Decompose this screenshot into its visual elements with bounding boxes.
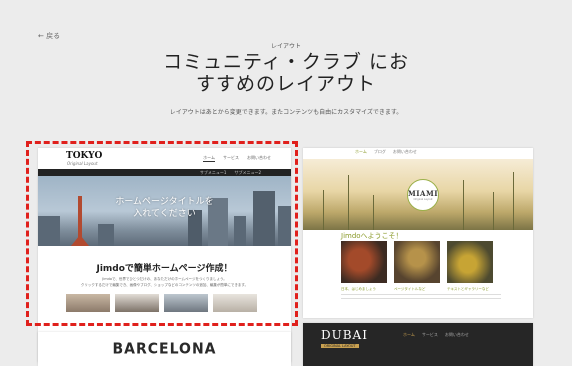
layout-card-dubai[interactable]: DUBAI ORIGINAL LAYOUT ホーム サービス お問い合わせ xyxy=(303,323,533,366)
tokyo-thumbnail xyxy=(213,294,257,312)
miami-photo xyxy=(341,241,387,283)
tokyo-subnav: サブメニュー1 サブメニュー2 xyxy=(38,169,291,176)
tokyo-nav-item: ホーム xyxy=(203,155,215,162)
miami-nav-item: ブログ xyxy=(373,149,386,154)
miami-text-lines xyxy=(341,294,501,302)
tokyo-hero-title-line1: ホームページタイトルを xyxy=(115,197,214,207)
tokyo-logo: TOKYO xyxy=(66,151,103,161)
page-subtitle: レイアウトはあとから変更できます。またコンテンツも自由にカスタマイズできます。 xyxy=(169,109,403,116)
tokyo-headline: Jimdoで簡単ホームページ作成！ xyxy=(96,264,233,274)
back-link[interactable]: ← 戻る xyxy=(38,31,60,41)
layout-card-miami[interactable]: ホーム ブログ お問い合わせ MIAMI Original Layout Jim… xyxy=(303,148,533,318)
tokyo-hero-title-line2: 入れてください xyxy=(133,209,196,219)
tokyo-thumbnail xyxy=(164,294,208,312)
miami-logo-sub: Original Layout xyxy=(413,198,433,201)
tokyo-header: TOKYO Original Layout ホーム サービス お問い合わせ xyxy=(38,148,291,169)
dubai-logo: DUBAI xyxy=(321,328,368,342)
layout-card-barcelona[interactable]: BARCELONA xyxy=(38,332,291,366)
tokyo-thumbnail xyxy=(66,294,110,312)
tokyo-nav-item: お問い合わせ xyxy=(247,155,271,160)
layout-card-tokyo[interactable]: TOKYO Original Layout ホーム サービス お問い合わせ サブ… xyxy=(38,148,291,362)
miami-photo xyxy=(447,241,493,283)
miami-caption: ページタイトルなど xyxy=(394,287,426,291)
dubai-nav-item: サービス xyxy=(421,332,438,337)
miami-photo xyxy=(394,241,440,283)
miami-nav: ホーム ブログ お問い合わせ xyxy=(303,148,533,159)
tokyo-logo-sub: Original Layout xyxy=(67,161,98,166)
tokyo-body-text: Jimdoで、世界でひとつだけの、あなただけのホームページをつくりましょう。 ク… xyxy=(78,276,251,288)
miami-welcome: Jimdoへようこそ！ xyxy=(341,232,403,240)
section-eyebrow: レイアウト xyxy=(270,43,301,50)
miami-nav-item: お問い合わせ xyxy=(392,149,417,154)
miami-nav-item: ホーム xyxy=(355,149,367,154)
miami-caption: テキストとギャラリーなど xyxy=(447,287,489,291)
miami-logo: MIAMI Original Layout xyxy=(407,179,439,211)
page-title-line1: コミュニティ・クラブ にお xyxy=(163,51,409,73)
tokyo-hero-image: ホームページタイトルを 入れてください xyxy=(38,176,291,246)
barcelona-logo: BARCELONA xyxy=(112,340,217,358)
miami-photos xyxy=(341,241,493,283)
dubai-nav-item: ホーム xyxy=(403,332,415,337)
dubai-nav: ホーム サービス お問い合わせ xyxy=(403,332,469,338)
miami-logo-text: MIAMI xyxy=(408,189,438,198)
miami-hero-image: MIAMI Original Layout xyxy=(303,159,533,230)
tokyo-thumbnails xyxy=(66,294,257,312)
tokyo-thumbnail xyxy=(115,294,159,312)
dubai-nav-item: お問い合わせ xyxy=(444,332,469,337)
miami-captions: 日本、はじめましょう ページタイトルなど テキストとギャラリーなど xyxy=(341,287,493,292)
dubai-tagline: ORIGINAL LAYOUT xyxy=(321,344,359,348)
page-title-line2: すすめのレイアウト xyxy=(195,73,376,95)
page-title: コミュニティ・クラブ にお すすめのレイアウト xyxy=(0,51,572,95)
tokyo-nav-item: サービス xyxy=(223,155,239,160)
tokyo-hero-title: ホームページタイトルを 入れてください xyxy=(38,196,291,220)
miami-caption: 日本、はじめましょう xyxy=(341,287,376,291)
tokyo-nav: ホーム サービス お問い合わせ xyxy=(203,155,271,162)
tokyo-body-line2: クリックするだけで編集でき、画像やブログ、ショップなどのコンテンツの追加、編集が… xyxy=(80,283,249,287)
